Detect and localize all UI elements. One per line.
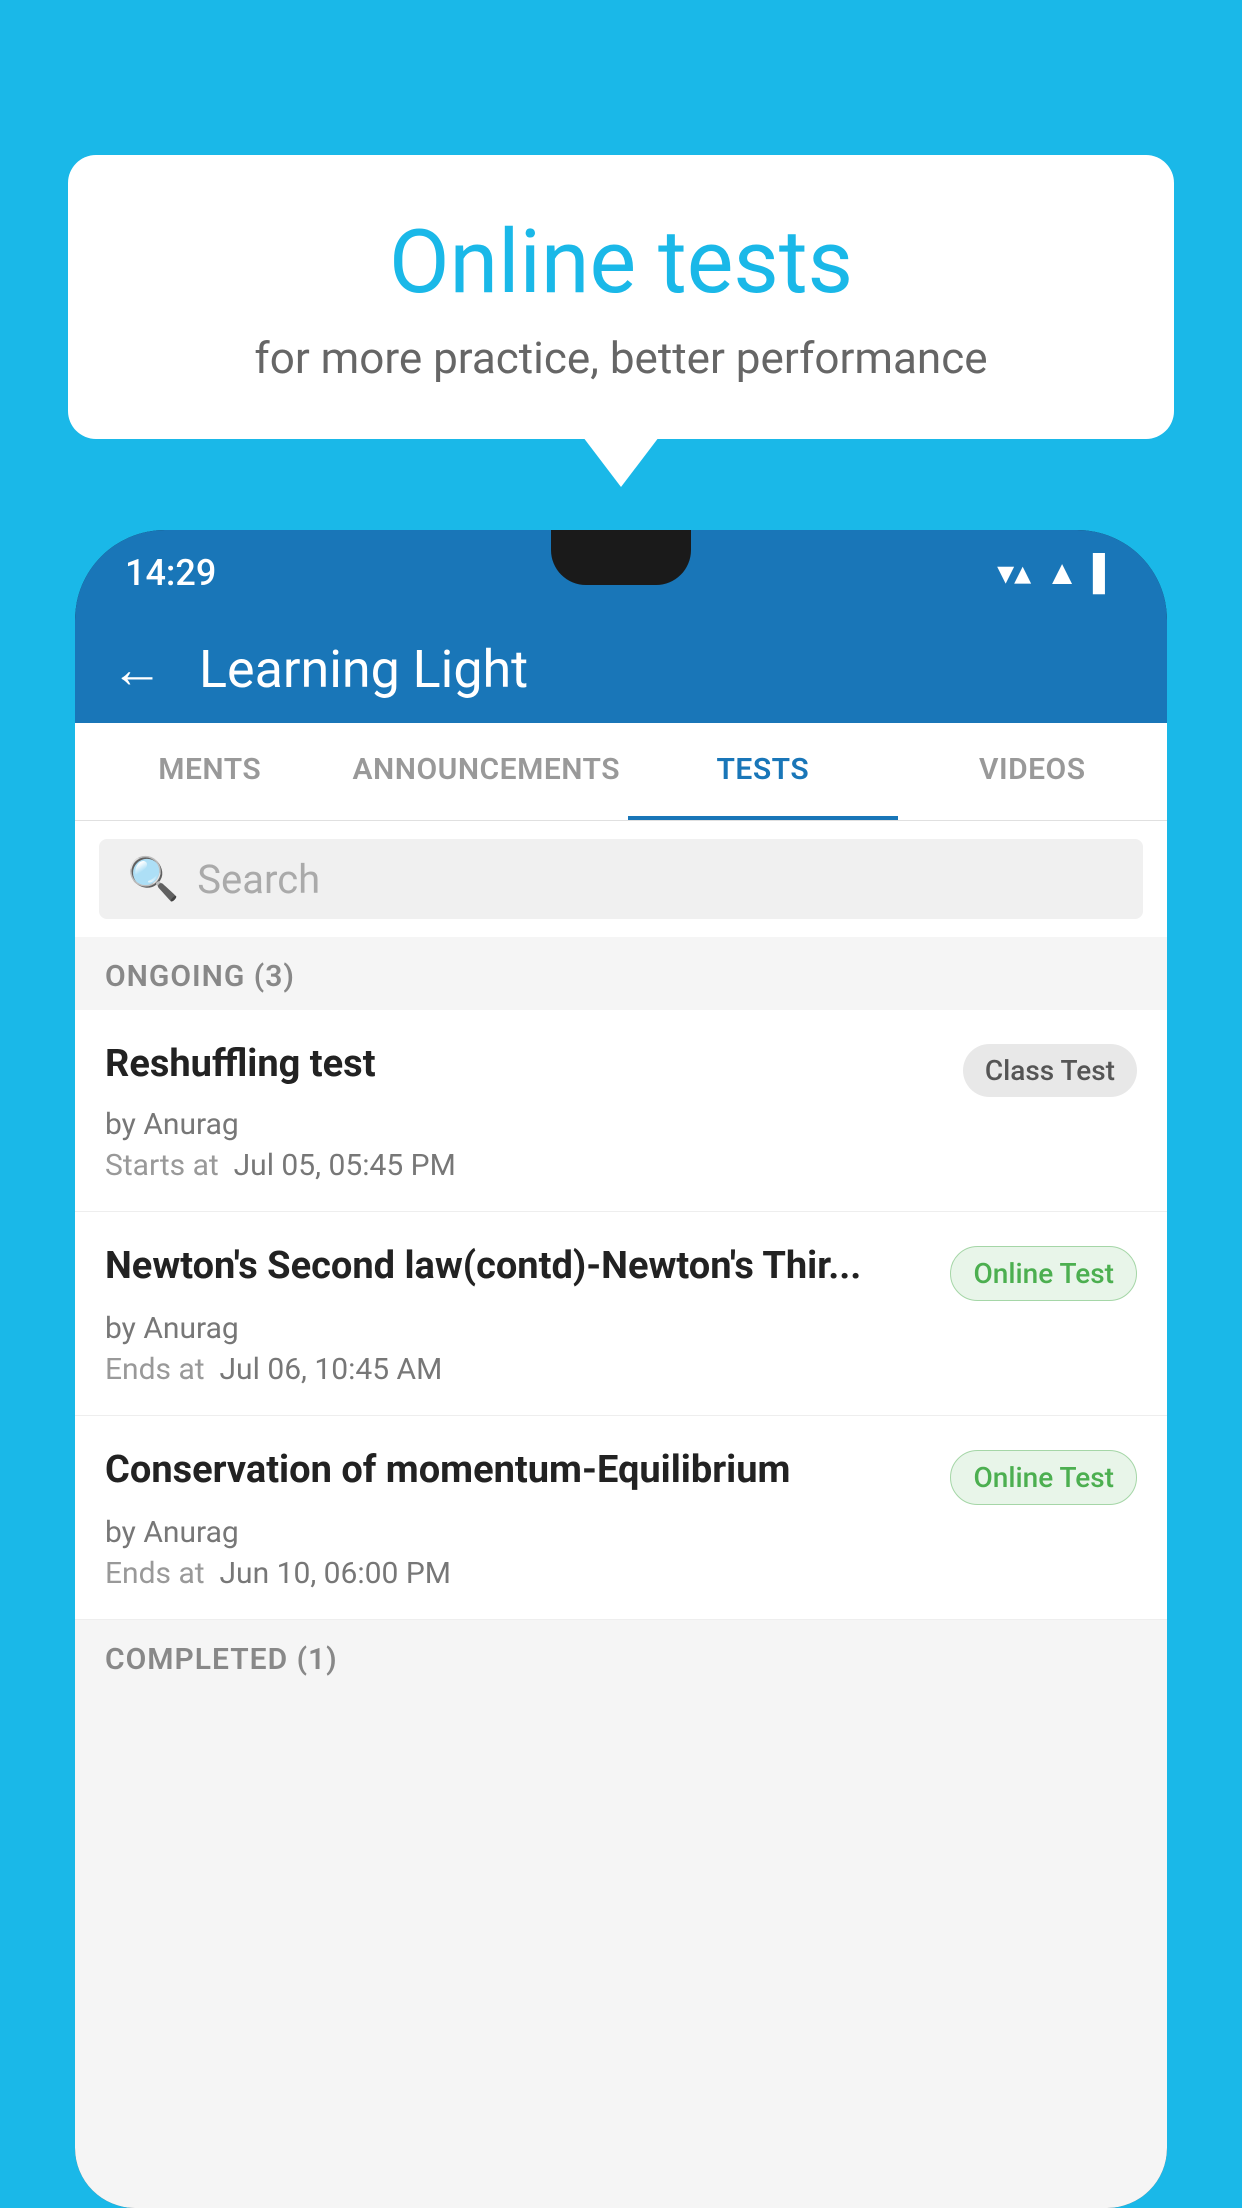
section-label-completed: COMPLETED (1) [105,1642,338,1677]
speech-bubble: Online tests for more practice, better p… [68,155,1174,439]
test-date-reshuffling: Starts at Jul 05, 05:45 PM [105,1148,1137,1183]
wifi-icon: ▾▴ [997,553,1031,593]
status-icons: ▾▴ ▲ ▌ [997,553,1117,593]
badge-class-test: Class Test [963,1044,1137,1097]
back-button[interactable]: ← [111,639,163,700]
tab-ments[interactable]: MENTS [75,723,344,820]
test-name-reshuffling: Reshuffling test [105,1040,947,1089]
tab-tests[interactable]: TESTS [628,723,897,820]
app-header: ← Learning Light [75,615,1167,723]
test-author-conservation: by Anurag [105,1515,1137,1550]
battery-icon: ▌ [1093,553,1117,593]
notch [551,530,691,585]
test-date-conservation: Ends at Jun 10, 06:00 PM [105,1556,1137,1591]
test-card-header-conservation: Conservation of momentum-Equilibrium Onl… [105,1446,1137,1505]
status-time: 14:29 [125,552,216,594]
date-label-conservation: Ends at [105,1556,205,1591]
status-bar: 14:29 ▾▴ ▲ ▌ [75,530,1167,615]
test-name-newtons: Newton's Second law(contd)-Newton's Thir… [105,1242,934,1291]
app-title: Learning Light [199,639,528,700]
test-name-conservation: Conservation of momentum-Equilibrium [105,1446,934,1495]
section-header-ongoing: ONGOING (3) [75,937,1167,1010]
test-card-header-newtons: Newton's Second law(contd)-Newton's Thir… [105,1242,1137,1301]
test-card-reshuffling[interactable]: Reshuffling test Class Test by Anurag St… [75,1010,1167,1212]
test-card-conservation[interactable]: Conservation of momentum-Equilibrium Onl… [75,1416,1167,1620]
date-value-reshuffling: Jul 05, 05:45 PM [234,1148,456,1183]
tab-videos[interactable]: VIDEOS [898,723,1167,820]
search-bar-container: 🔍 Search [75,821,1167,937]
date-label-newtons: Ends at [105,1352,205,1387]
section-label-ongoing: ONGOING (3) [105,959,295,994]
badge-online-conservation: Online Test [950,1450,1137,1505]
test-card-header: Reshuffling test Class Test [105,1040,1137,1097]
phone-content: 🔍 Search ONGOING (3) Reshuffling test Cl… [75,821,1167,2208]
speech-bubble-container: Online tests for more practice, better p… [68,155,1174,439]
test-author-reshuffling: by Anurag [105,1107,1137,1142]
search-bar[interactable]: 🔍 Search [99,839,1143,919]
tabs-bar: MENTS ANNOUNCEMENTS TESTS VIDEOS [75,723,1167,821]
signal-icon: ▲ [1045,553,1079,593]
date-value-newtons: Jul 06, 10:45 AM [220,1352,443,1387]
section-header-completed: COMPLETED (1) [75,1620,1167,1693]
test-card-newtons[interactable]: Newton's Second law(contd)-Newton's Thir… [75,1212,1167,1416]
bubble-subtitle: for more practice, better performance [118,332,1124,384]
date-value-conservation: Jun 10, 06:00 PM [220,1556,451,1591]
search-placeholder: Search [197,856,320,903]
search-icon: 🔍 [127,855,179,904]
test-author-newtons: by Anurag [105,1311,1137,1346]
badge-online-newtons: Online Test [950,1246,1137,1301]
phone-frame: 14:29 ▾▴ ▲ ▌ ← Learning Light MENTS ANNO… [75,530,1167,2208]
bubble-title: Online tests [118,215,1124,312]
tab-announcements[interactable]: ANNOUNCEMENTS [344,723,628,820]
test-date-newtons: Ends at Jul 06, 10:45 AM [105,1352,1137,1387]
date-label-reshuffling: Starts at [105,1148,219,1183]
